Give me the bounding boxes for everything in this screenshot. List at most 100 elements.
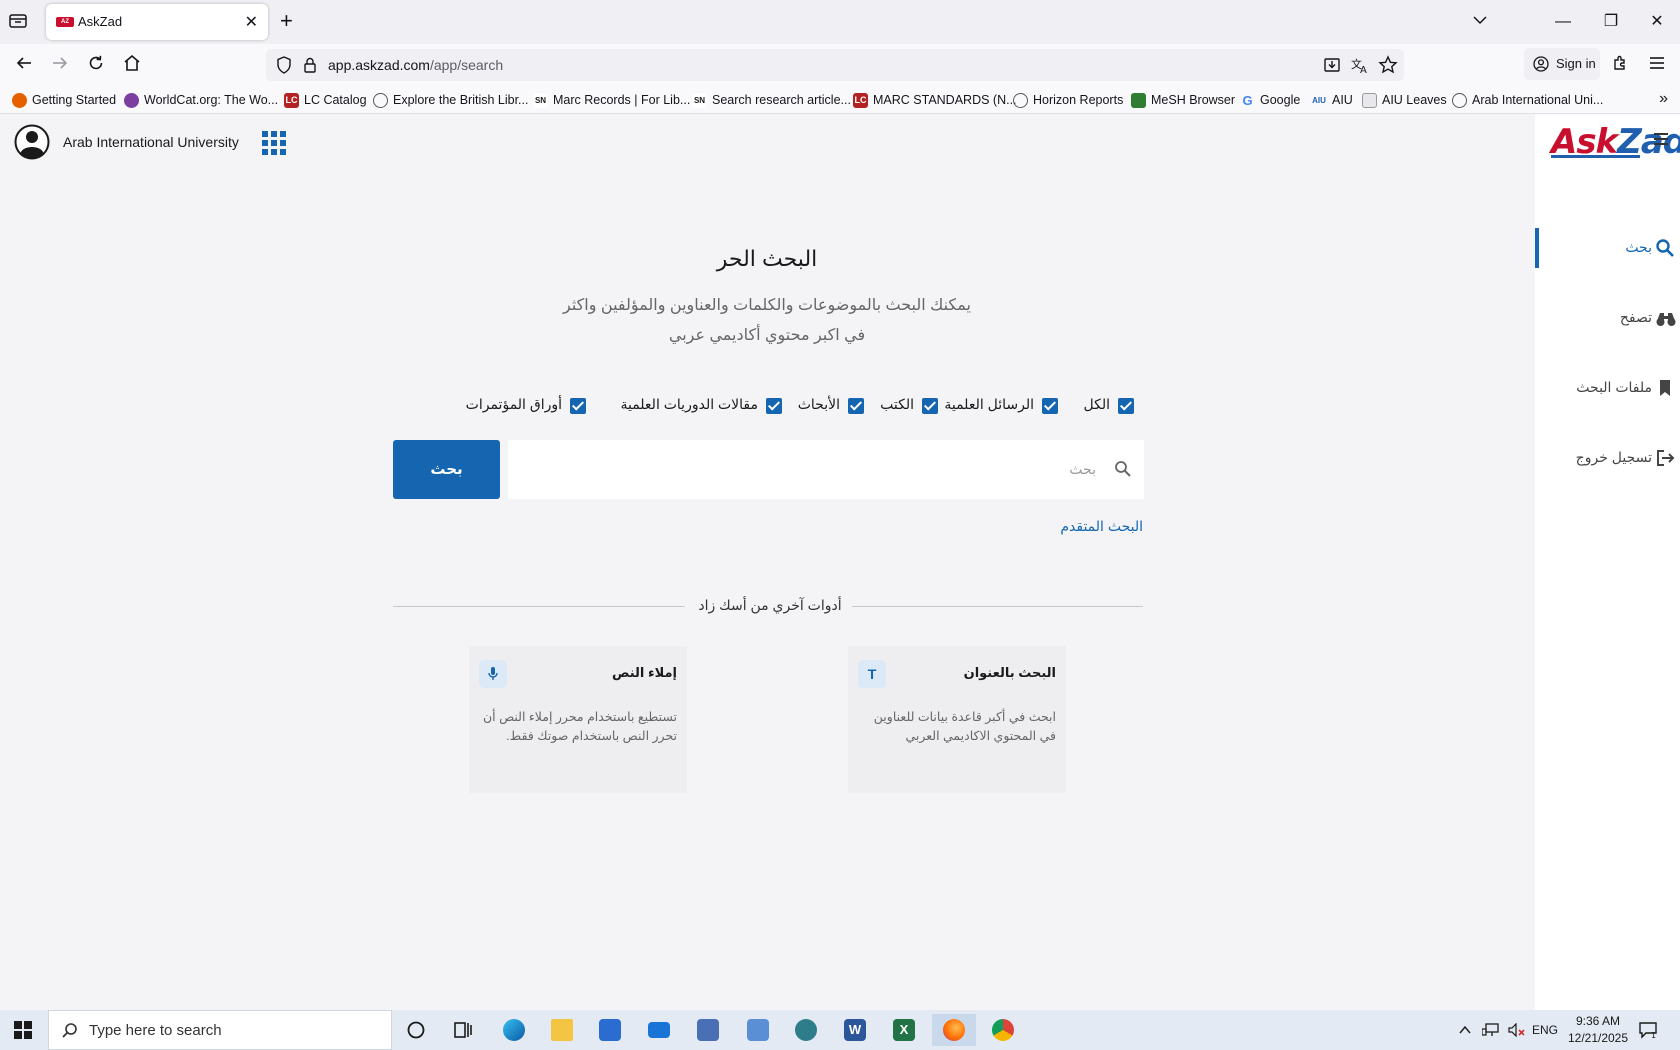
show-hidden-icons-chevron-icon[interactable] (1458, 1010, 1472, 1050)
save-to-pocket-icon[interactable] (1322, 55, 1342, 75)
filter-books[interactable]: الكتب (870, 396, 938, 418)
forward-icon[interactable] (49, 54, 71, 76)
taskbar-search-box[interactable]: Type here to search (48, 1010, 392, 1050)
new-tab-icon[interactable]: + (280, 10, 293, 32)
network-icon[interactable] (1481, 1010, 1500, 1050)
bookmark-item[interactable]: AIU AIU (1310, 90, 1353, 110)
checkbox-checked[interactable] (1042, 398, 1058, 414)
hamburger-menu-icon[interactable] (1653, 132, 1671, 146)
title-icon: T (858, 660, 886, 688)
binoculars-icon (1655, 308, 1676, 328)
sign-in-label: Sign in (1556, 56, 1596, 71)
tool-card-dictation[interactable]: إملاء النص تستطيع باستخدام محرر إملاء ال… (469, 646, 687, 793)
bookmark-item[interactable]: LC MARC STANDARDS (N... (853, 90, 1017, 110)
lock-icon[interactable] (302, 56, 318, 79)
globe-icon (373, 93, 388, 108)
browser-tab-askzad[interactable]: AZ AskZad ✕ (46, 4, 268, 40)
advanced-search-link[interactable]: البحث المتقدم (1060, 518, 1143, 535)
filter-research[interactable]: الأبحاث (786, 396, 864, 418)
avatar[interactable] (14, 124, 50, 160)
task-view-icon[interactable] (441, 1014, 485, 1046)
checkbox-checked[interactable] (766, 398, 782, 414)
bookmark-icon (1655, 378, 1675, 398)
card-title: البحث بالعنوان (963, 665, 1056, 680)
sidebar-item-search[interactable]: بحث (1535, 228, 1680, 268)
cortana-icon[interactable] (394, 1014, 438, 1046)
reload-icon[interactable] (85, 54, 107, 76)
bookmark-item[interactable]: AIU Leaves (1362, 90, 1447, 110)
checkbox-checked[interactable] (922, 398, 938, 414)
checkbox-checked[interactable] (1118, 398, 1134, 414)
firefox-view-icon[interactable] (8, 12, 32, 32)
language-indicator[interactable]: ENG (1532, 1010, 1558, 1050)
library-app-icon[interactable] (686, 1014, 730, 1046)
close-window-icon[interactable]: ✕ (1634, 6, 1680, 38)
extensions-icon[interactable] (1609, 54, 1631, 76)
more-bookmarks-chevron-icon[interactable]: » (1659, 90, 1668, 108)
excel-icon[interactable]: X (882, 1014, 926, 1046)
microsoft-store-icon[interactable] (588, 1014, 632, 1046)
apps-grid-icon[interactable] (261, 130, 287, 156)
lc-icon: LC (853, 93, 868, 108)
word-icon[interactable]: W (833, 1014, 877, 1046)
bookmark-item[interactable]: LC LC Catalog (284, 90, 367, 110)
sidebar-item-research-files[interactable]: ملفات البحث (1535, 368, 1680, 408)
bookmark-star-icon[interactable] (1378, 55, 1398, 75)
notifications-icon[interactable]: 1 (1638, 1010, 1658, 1050)
sidebar-item-browse[interactable]: تصفح (1535, 298, 1680, 338)
tab-title: AskZad (78, 14, 123, 29)
menu-icon[interactable] (1646, 54, 1668, 76)
filter-conference-papers[interactable]: أوراق المؤتمرات (464, 396, 586, 418)
list-all-tabs-icon[interactable] (1472, 12, 1488, 33)
sidebar-item-logout[interactable]: تسجيل خروج (1535, 438, 1680, 478)
bookmark-item[interactable]: Horizon Reports (1013, 90, 1123, 110)
mail-icon[interactable] (637, 1014, 681, 1046)
bookmark-item[interactable]: WorldCat.org: The Wo... (124, 90, 278, 110)
back-icon[interactable] (13, 54, 35, 76)
bookmark-item[interactable]: Arab International Uni... (1452, 90, 1603, 110)
tracking-protection-icon[interactable] (276, 56, 292, 79)
url-bar[interactable]: app.askzad.com/app/search 文A (266, 49, 1404, 81)
clock[interactable]: 9:36 AM 12/21/2025 (1562, 1013, 1634, 1047)
firefox-icon[interactable] (932, 1014, 976, 1046)
filter-journal-articles[interactable]: مقالات الدوريات العلمية (600, 396, 782, 418)
bookmark-item[interactable]: MeSH Browser (1131, 90, 1235, 110)
checkbox-checked[interactable] (848, 398, 864, 414)
bookmark-item[interactable]: SN Marc Records | For Lib... (533, 90, 690, 110)
url-text[interactable]: app.askzad.com/app/search (328, 57, 503, 73)
checkbox-checked[interactable] (570, 398, 586, 414)
filter-theses[interactable]: الرسائل العلمية (928, 396, 1058, 418)
bookmark-item[interactable]: Getting Started (12, 90, 116, 110)
windows-start-icon[interactable] (14, 1021, 32, 1039)
microphone-icon (479, 660, 507, 688)
bookmark-item[interactable]: G Google (1240, 90, 1300, 110)
windows-taskbar: Type here to search W X ENG 9:36 AM 12/2… (0, 1010, 1680, 1050)
navigation-bar: app.askzad.com/app/search 文A Sign in (0, 44, 1680, 86)
search-field[interactable] (508, 440, 1144, 499)
remote-desktop-icon[interactable] (736, 1014, 780, 1046)
minimize-icon[interactable]: — (1540, 6, 1586, 38)
subtitle-line-2: في اكبر محتوي أكاديمي عربي (668, 327, 866, 344)
filter-all[interactable]: الكل (1064, 396, 1134, 418)
mesh-icon (1131, 93, 1146, 108)
home-icon[interactable] (121, 54, 143, 76)
tool-card-title-search[interactable]: البحث بالعنوان T ابحث في أكبر قاعدة بيان… (848, 646, 1066, 793)
worldcat-icon (124, 93, 139, 108)
notification-count: 1 (1651, 1031, 1656, 1039)
bookmark-item[interactable]: Explore the British Libr... (373, 90, 528, 110)
network-app-icon[interactable] (784, 1014, 828, 1046)
chrome-icon[interactable] (981, 1014, 1025, 1046)
close-tab-icon[interactable]: ✕ (245, 12, 258, 32)
sign-in-button[interactable]: Sign in (1524, 48, 1600, 80)
bookmark-item[interactable]: SN Search research article... (692, 90, 851, 110)
restore-icon[interactable]: ❐ (1588, 6, 1634, 38)
edge-icon[interactable] (492, 1014, 536, 1046)
sn-icon: SN (692, 93, 707, 108)
search-input[interactable] (508, 440, 1104, 499)
search-button[interactable]: بحث (393, 440, 500, 499)
file-explorer-icon[interactable] (540, 1014, 584, 1046)
card-description: ابحث في أكبر قاعدة بيانات للعناوين في ال… (873, 710, 1056, 743)
aiu-icon: AIU (1312, 96, 1326, 105)
translate-icon[interactable]: 文A (1350, 55, 1370, 76)
volume-muted-icon[interactable] (1508, 1010, 1526, 1050)
